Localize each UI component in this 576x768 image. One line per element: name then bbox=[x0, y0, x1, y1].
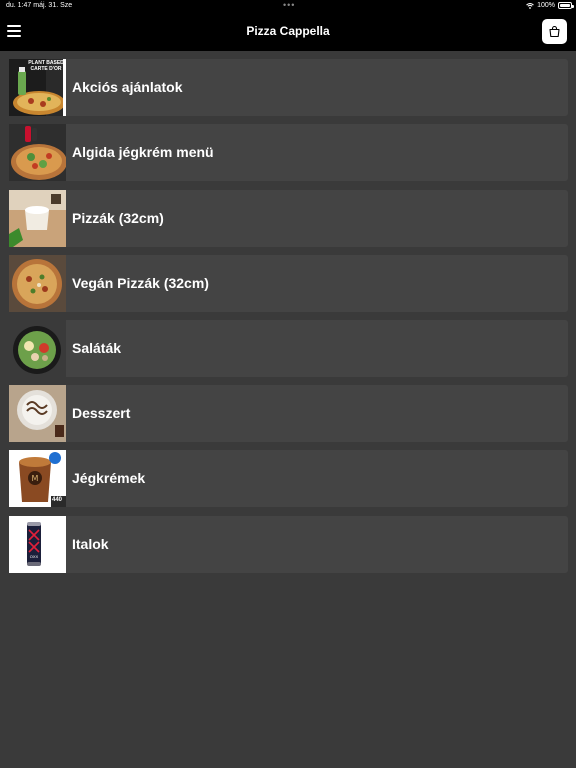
ice-cream-cup-thumbnail bbox=[9, 190, 66, 247]
navigation-bar: Pizza Cappella bbox=[0, 12, 576, 51]
category-label: Desszert bbox=[72, 405, 131, 421]
promo-pizza-drink-thumbnail: PLANT BASED CARTE D'OR bbox=[9, 59, 66, 116]
promo-badge-text: PLANT BASED CARTE D'OR bbox=[28, 60, 64, 72]
vegan-pizza-thumbnail bbox=[9, 255, 66, 312]
magnum-ice-cream-thumbnail: M 440 bbox=[9, 450, 66, 507]
category-label: Algida jégkrém menü bbox=[72, 144, 214, 160]
category-row-italok[interactable]: OXX Italok bbox=[9, 516, 568, 573]
category-row-algida[interactable]: Algida jégkrém menü bbox=[9, 124, 568, 181]
page-title: Pizza Cappella bbox=[246, 24, 330, 38]
status-right: 100% bbox=[526, 2, 574, 9]
category-row-jegkremek[interactable]: M 440 Jégkrémek bbox=[9, 450, 568, 507]
category-label: Pizzák (32cm) bbox=[72, 210, 164, 226]
battery-percentage: 100% bbox=[537, 2, 555, 9]
pizza-salad-drink-thumbnail bbox=[9, 124, 66, 181]
status-time-date: du. 1:47 máj. 31. Sze bbox=[6, 2, 72, 9]
category-label: Akciós ajánlatok bbox=[72, 79, 183, 95]
size-badge: 440 bbox=[52, 497, 63, 503]
energy-drink-can-thumbnail: OXX bbox=[9, 516, 66, 573]
category-label: Saláták bbox=[72, 340, 122, 356]
category-row-desszert[interactable]: Desszert bbox=[9, 385, 568, 442]
multitasking-dots[interactable]: ••• bbox=[283, 0, 295, 10]
category-label: Italok bbox=[72, 536, 109, 552]
category-row-akcios[interactable]: PLANT BASED CARTE D'OR Akciós ajánlatok bbox=[9, 59, 568, 116]
category-row-salatak[interactable]: Saláták bbox=[9, 320, 568, 377]
can-brand-text: OXX bbox=[29, 554, 39, 559]
category-row-vegan-pizzak[interactable]: Vegán Pizzák (32cm) bbox=[9, 255, 568, 312]
status-date: máj. 31. Sze bbox=[33, 2, 73, 9]
category-label: Vegán Pizzák (32cm) bbox=[72, 275, 209, 291]
status-bar: du. 1:47 máj. 31. Sze ••• 100% bbox=[0, 0, 576, 12]
status-time: du. 1:47 bbox=[6, 2, 32, 9]
cart-button[interactable] bbox=[542, 19, 567, 44]
svg-text:M: M bbox=[32, 474, 39, 483]
category-row-pizzak[interactable]: Pizzák (32cm) bbox=[9, 190, 568, 247]
battery-icon bbox=[558, 2, 574, 9]
wifi-icon bbox=[526, 2, 534, 9]
salad-bowl-thumbnail bbox=[9, 320, 66, 377]
shopping-bag-icon bbox=[549, 25, 560, 38]
dessert-thumbnail bbox=[9, 385, 66, 442]
category-label: Jégkrémek bbox=[72, 470, 146, 486]
